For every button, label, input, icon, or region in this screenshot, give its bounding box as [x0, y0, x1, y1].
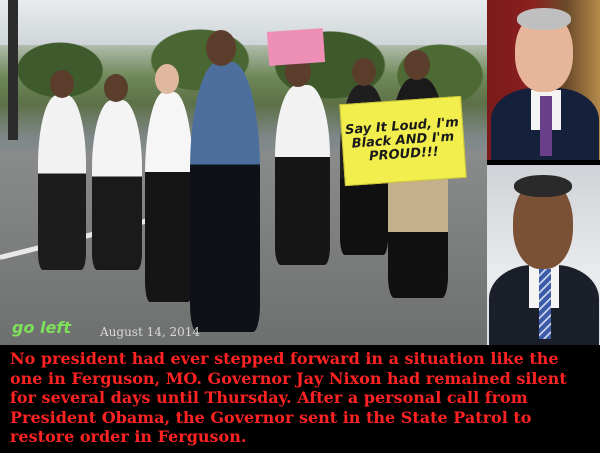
ferguson-march-photo: Say It Loud, I'm Black AND I'm PROUD!!! …	[0, 0, 487, 345]
yellow-protest-sign: Say It Loud, I'm Black AND I'm PROUD!!!	[339, 95, 467, 187]
officer-head	[155, 64, 179, 94]
pink-protest-sign	[266, 28, 326, 66]
caption-text: No president had ever stepped forward in…	[10, 349, 567, 446]
protest-sign-text: Say It Loud, I'm Black AND I'm PROUD!!!	[344, 115, 460, 165]
photo-date: August 14, 2014	[100, 325, 201, 339]
president-hair	[514, 175, 572, 197]
state-trooper-captain	[190, 62, 260, 332]
tie	[539, 269, 551, 339]
governor-portrait	[487, 0, 600, 160]
marcher-megaphone	[38, 95, 86, 270]
go-left-watermark: go left	[12, 318, 71, 337]
officer-white-shirt	[145, 92, 193, 302]
trooper-head	[206, 30, 236, 66]
marcher-head	[50, 70, 74, 98]
meme-image: Say It Loud, I'm Black AND I'm PROUD!!! …	[0, 0, 600, 453]
marcher-white-tee	[275, 85, 330, 265]
marcher-white-shirt	[92, 100, 142, 270]
president-portrait	[487, 165, 600, 345]
marcher-head	[352, 58, 376, 86]
marcher-head	[104, 74, 128, 102]
utility-pole	[8, 0, 18, 140]
governor-hair	[517, 8, 571, 30]
tie	[540, 96, 552, 156]
marcher-head	[404, 50, 430, 80]
